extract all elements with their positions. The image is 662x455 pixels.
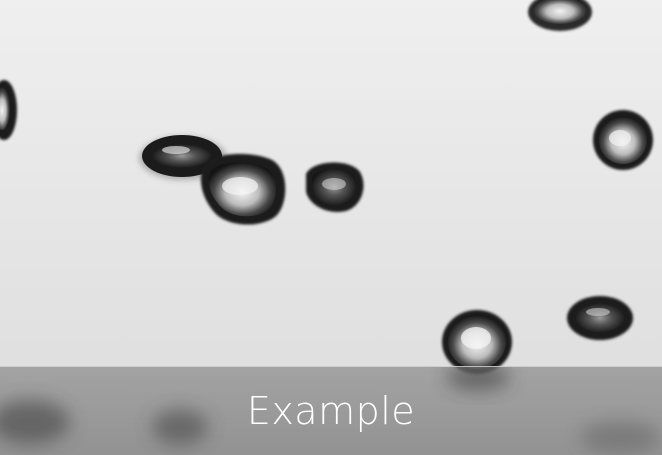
droplet-photo: Example — [0, 0, 662, 455]
droplet-left-edge — [0, 80, 17, 140]
droplet-top-right — [528, 0, 592, 31]
droplet-bottom-center — [442, 310, 512, 374]
droplet-right-round — [593, 110, 653, 170]
droplet-large — [200, 153, 286, 225]
caption-text: Example — [246, 389, 416, 433]
droplet-bottom-right — [567, 296, 633, 340]
droplet-medium — [306, 162, 364, 212]
caption-band: Example — [0, 366, 662, 455]
